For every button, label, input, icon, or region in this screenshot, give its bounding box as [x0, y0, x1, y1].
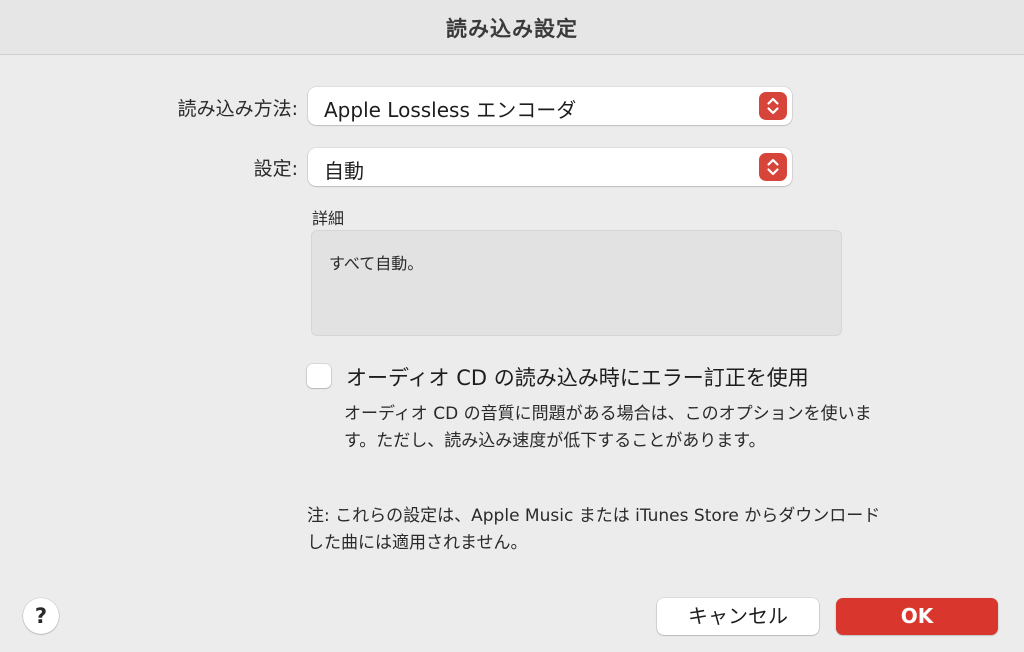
error-correction-checkbox[interactable] — [307, 364, 331, 388]
error-correction-help-text: オーディオ CD の音質に問題がある場合は、このオプションを使います。ただし、読… — [344, 404, 872, 451]
details-text: すべて自動。 — [329, 254, 424, 273]
import-method-label: 読み込み方法: — [177, 98, 298, 120]
cancel-button[interactable]: キャンセル — [657, 598, 819, 635]
error-correction-label[interactable]: オーディオ CD の読み込み時にエラー訂正を使用 — [346, 362, 809, 392]
setting-popup[interactable]: 自動 — [308, 148, 792, 186]
chevron-up-down-icon — [759, 92, 787, 120]
setting-value: 自動 — [324, 159, 364, 183]
dialog-title: 読み込み設定 — [446, 17, 578, 41]
details-box: すべて自動。 — [311, 230, 842, 336]
import-settings-dialog: 読み込み設定 読み込み方法: Apple Lossless エンコーダ 設定: … — [0, 0, 1024, 652]
setting-label: 設定: — [253, 158, 298, 180]
ok-button[interactable]: OK — [836, 598, 998, 635]
help-button[interactable]: ? — [23, 598, 59, 634]
chevron-up-down-icon — [759, 153, 787, 181]
note-text: 注: これらの設定は、Apple Music または iTunes Store … — [307, 506, 881, 553]
import-method-value: Apple Lossless エンコーダ — [324, 98, 577, 122]
title-bar: 読み込み設定 — [0, 0, 1024, 55]
details-label: 詳細 — [312, 209, 345, 228]
import-method-popup[interactable]: Apple Lossless エンコーダ — [308, 87, 792, 125]
